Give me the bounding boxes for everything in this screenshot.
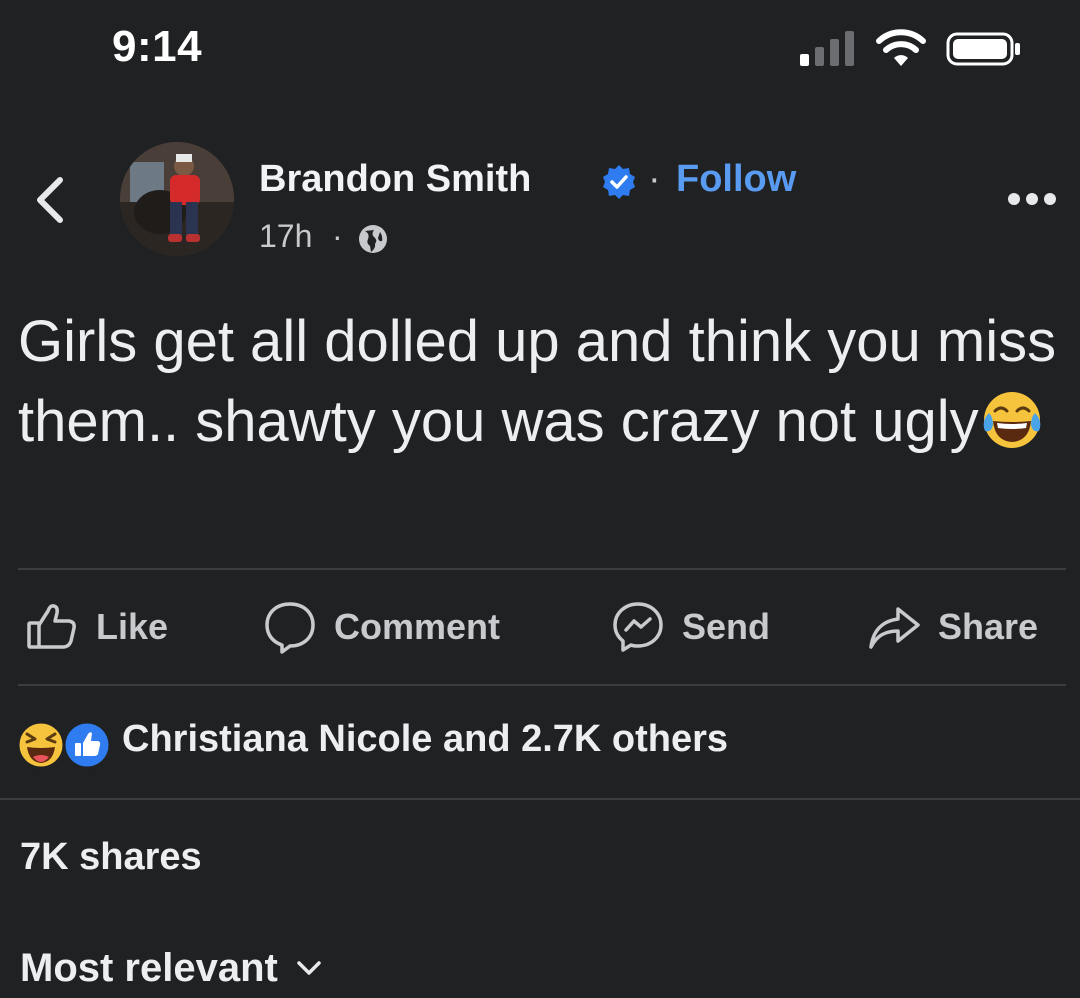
name-follow-separator: · (648, 158, 661, 200)
status-time: 9:14 (112, 22, 203, 71)
comments-sort-dropdown[interactable]: Most relevant (20, 946, 322, 991)
share-arrow-icon (869, 607, 920, 649)
like-reaction-icon[interactable] (62, 720, 112, 770)
tears-of-joy-emoji-icon (983, 392, 1040, 448)
comments-sort-label: Most relevant (20, 946, 278, 990)
haha-reaction-icon[interactable] (16, 720, 66, 770)
avatar-photo (120, 142, 234, 256)
share-button[interactable]: Share (866, 594, 1038, 660)
send-label: Send (682, 606, 771, 647)
wifi-icon (876, 29, 926, 66)
thumbs-up-icon (27, 604, 76, 649)
globe-icon (359, 225, 387, 253)
author-name[interactable]: Brandon Smith (259, 158, 531, 201)
back-arrow-icon[interactable] (30, 172, 70, 228)
post-text: Girls get all dolled up and think you mi… (18, 309, 1057, 454)
send-button[interactable]: Send (610, 594, 770, 660)
battery-icon (946, 32, 1020, 66)
like-button[interactable]: Like (24, 594, 168, 660)
reactions-summary[interactable]: Christiana Nicole and 2.7K others (122, 718, 728, 761)
divider-bottom (0, 798, 1080, 800)
divider-top (18, 568, 1066, 570)
comment-button[interactable]: Comment (262, 594, 500, 660)
messenger-icon (613, 602, 663, 652)
post-timestamp[interactable]: 17h (259, 218, 312, 255)
more-options-icon[interactable] (1006, 186, 1058, 212)
shares-count[interactable]: 7K shares (20, 836, 202, 879)
comment-bubble-icon (265, 602, 315, 654)
verified-badge-icon (603, 165, 635, 199)
meta-separator: · (332, 218, 343, 254)
post-text-container: Girls get all dolled up and think you mi… (18, 302, 1058, 462)
divider-mid (18, 684, 1066, 686)
like-label: Like (96, 606, 169, 647)
follow-button[interactable]: Follow (676, 158, 796, 201)
cellular-signal-icon (800, 31, 854, 66)
chevron-down-icon (297, 960, 321, 975)
share-label: Share (938, 606, 1039, 647)
comment-label: Comment (334, 606, 501, 647)
author-avatar[interactable] (120, 142, 234, 256)
